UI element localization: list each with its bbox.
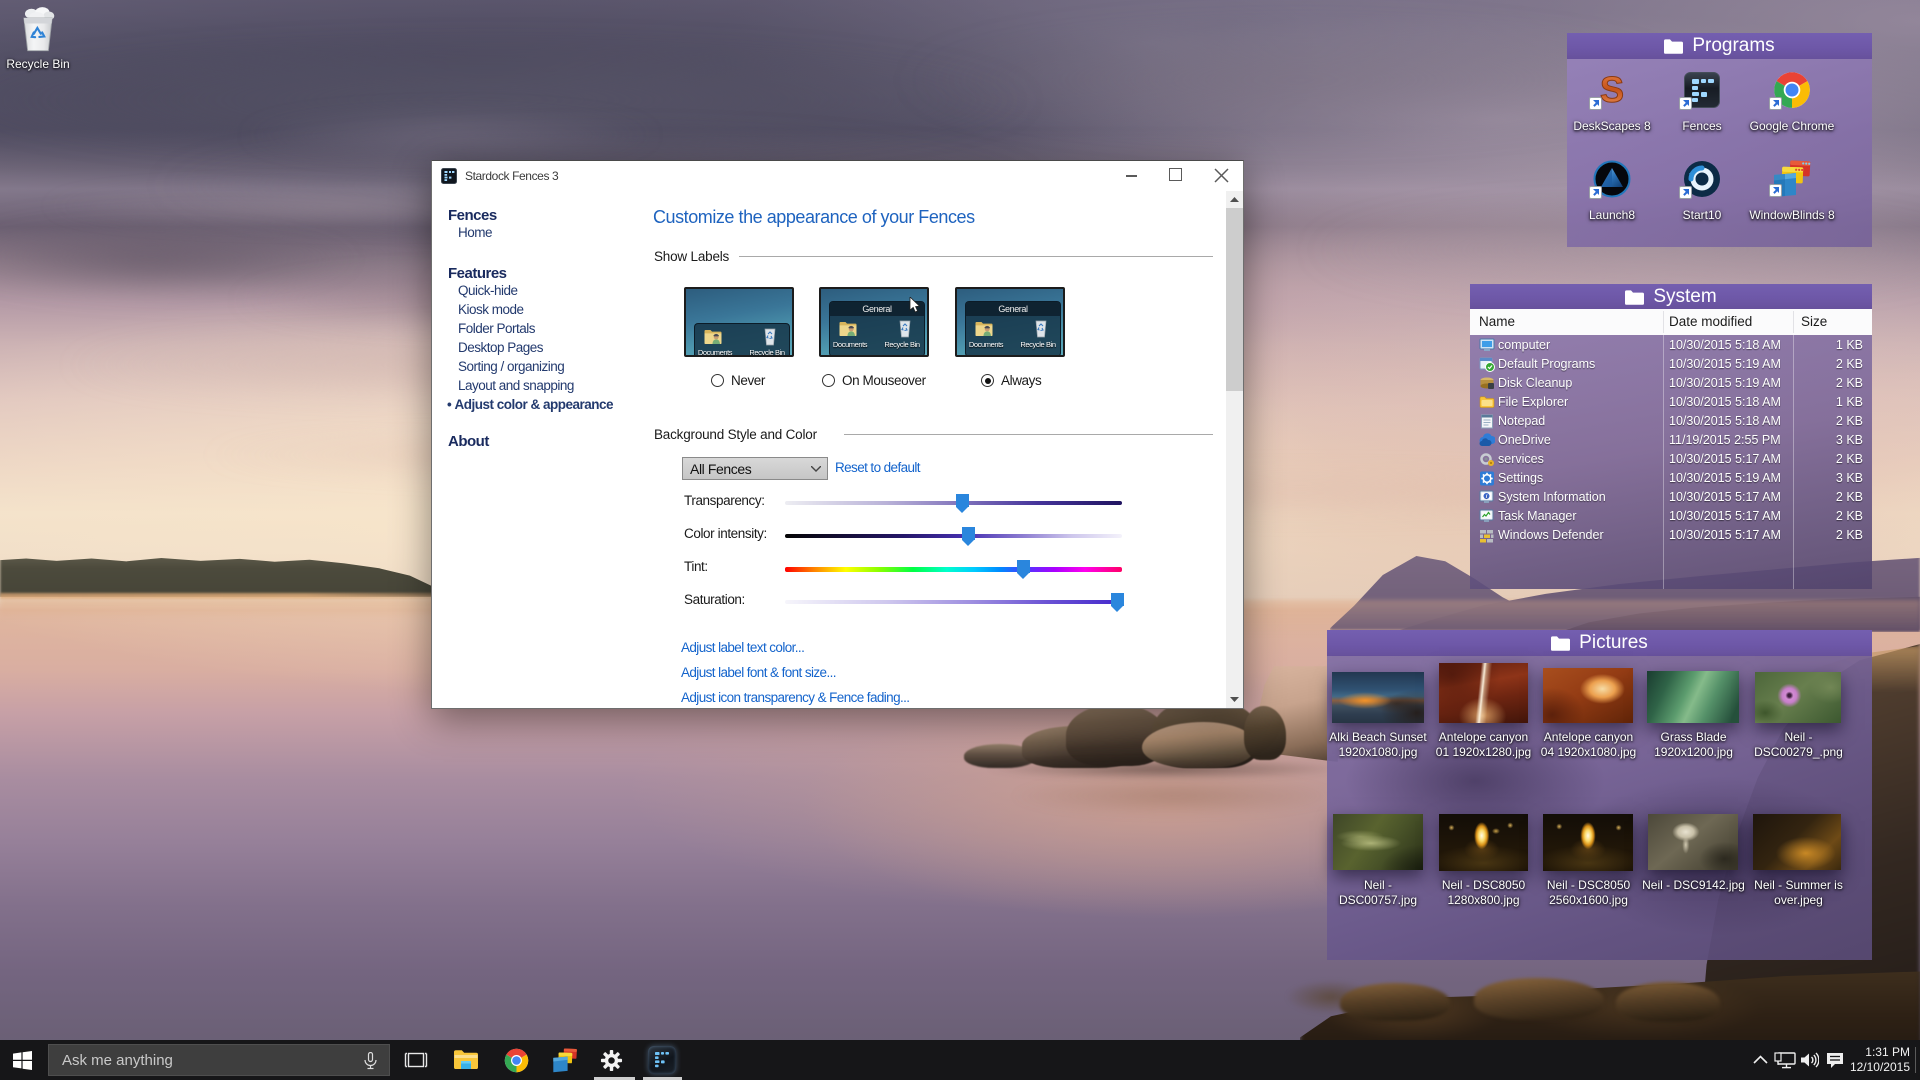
svg-text:S: S xyxy=(1600,71,1624,109)
